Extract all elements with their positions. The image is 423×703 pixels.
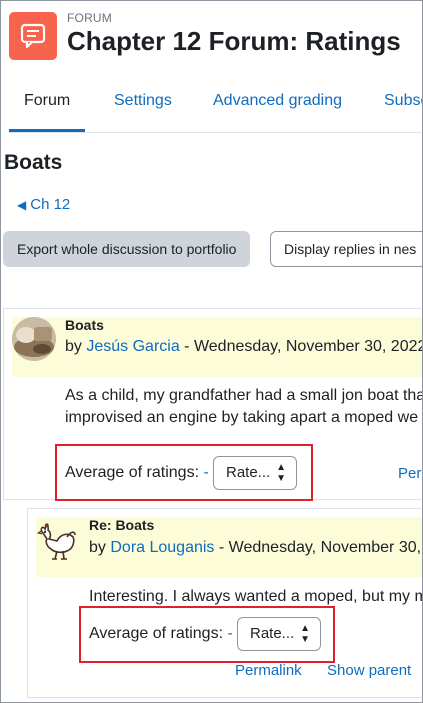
tab-advanced-grading[interactable]: Advanced grading: [198, 80, 357, 132]
rate-select[interactable]: Rate... ▲ ▼: [213, 456, 297, 490]
module-type-label: FORUM: [67, 11, 112, 25]
post-body-line: improvised an engine by taking apart a m…: [65, 409, 419, 426]
avatar[interactable]: [12, 317, 56, 361]
post-subject: Re: Boats: [89, 517, 155, 533]
rating-label: Average of ratings:: [65, 464, 200, 481]
tab-settings[interactable]: Settings: [99, 80, 187, 132]
post-date: - Wednesday, November 30,: [214, 539, 422, 556]
post-body: Interesting. I always wanted a moped, bu…: [89, 586, 423, 608]
secondary-navigation: Forum Settings Advanced grading Subsc: [9, 80, 423, 133]
select-caret-icon: ▲ ▼: [276, 462, 286, 484]
post-body-line: As a child, my grandfather had a small j…: [65, 387, 423, 404]
post-byline: by Jesús Garcia - Wednesday, November 30…: [65, 338, 423, 356]
permalink-link[interactable]: Perr: [398, 465, 423, 482]
average-rating: Average of ratings: -: [89, 625, 233, 643]
post-byline: by Dora Louganis - Wednesday, November 3…: [89, 539, 421, 557]
rating-label: Average of ratings:: [89, 625, 224, 642]
author-link[interactable]: Dora Louganis: [110, 539, 214, 556]
avatar[interactable]: [36, 519, 77, 563]
back-link-label: Ch 12: [30, 196, 71, 213]
rate-select-value: Rate...: [250, 625, 295, 642]
by-label: by: [89, 539, 106, 556]
discussion-title: Boats: [4, 151, 63, 174]
page-title: Chapter 12 Forum: Ratings: [67, 26, 401, 56]
tab-forum[interactable]: Forum: [9, 80, 86, 132]
back-link[interactable]: ◀ Ch 12: [17, 196, 70, 213]
rate-select-value: Rate...: [226, 464, 271, 481]
tab-subscriptions[interactable]: Subsc: [369, 80, 423, 132]
display-mode-select[interactable]: Display replies in nes: [270, 231, 423, 267]
average-rating: Average of ratings: -: [65, 464, 209, 482]
show-parent-link[interactable]: Show parent: [327, 662, 411, 679]
caret-left-icon: ◀: [17, 198, 27, 212]
post-subject: Boats: [65, 317, 104, 333]
rate-select[interactable]: Rate... ▲ ▼: [237, 617, 321, 651]
select-caret-icon: ▲ ▼: [300, 623, 310, 645]
author-link[interactable]: Jesús Garcia: [86, 338, 179, 355]
post-date: - Wednesday, November 30, 2022: [179, 338, 423, 355]
forum-icon: [9, 12, 57, 60]
post-body: As a child, my grandfather had a small j…: [65, 385, 423, 429]
rating-value: -: [227, 625, 233, 642]
by-label: by: [65, 338, 82, 355]
export-portfolio-button[interactable]: Export whole discussion to portfolio: [3, 231, 251, 267]
post-body-line: Interesting. I always wanted a moped, bu…: [89, 588, 423, 605]
rating-value: -: [203, 464, 209, 481]
permalink-link[interactable]: Permalink: [235, 662, 302, 679]
